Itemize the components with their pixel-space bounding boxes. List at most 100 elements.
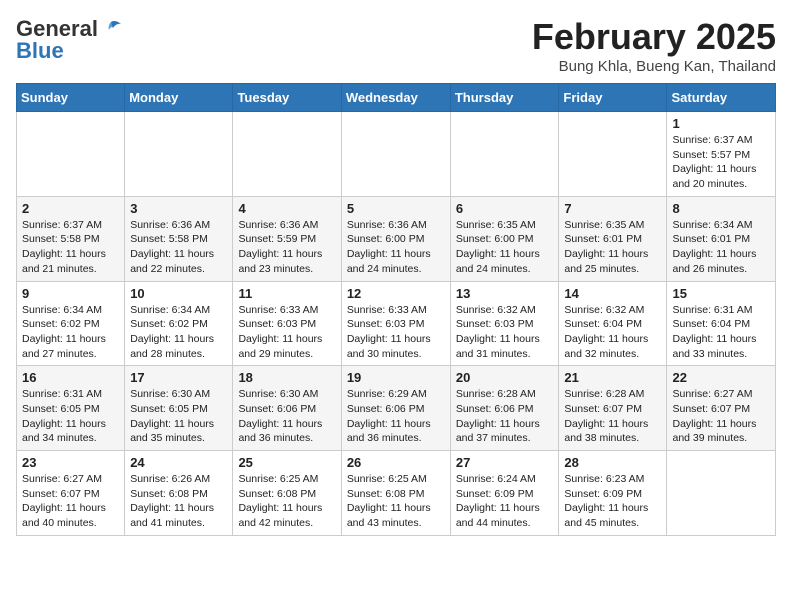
logo-blue: Blue <box>16 38 64 64</box>
day-number: 4 <box>238 201 335 216</box>
day-number: 11 <box>238 286 335 301</box>
calendar-cell: 22 Sunrise: 6:27 AMSunset: 6:07 PMDayligh… <box>667 366 776 451</box>
calendar-cell <box>667 451 776 536</box>
calendar-cell: 15 Sunrise: 6:31 AMSunset: 6:04 PMDayligh… <box>667 281 776 366</box>
day-number: 22 <box>672 370 770 385</box>
calendar-cell: 1 Sunrise: 6:37 AMSunset: 5:57 PMDaylight… <box>667 112 776 197</box>
day-info: Sunrise: 6:30 AMSunset: 6:06 PMDaylight:… <box>238 387 335 446</box>
day-number: 16 <box>22 370 119 385</box>
calendar-cell: 17 Sunrise: 6:30 AMSunset: 6:05 PMDayligh… <box>125 366 233 451</box>
title-block: February 2025 Bung Khla, Bueng Kan, Thai… <box>532 16 776 75</box>
day-info: Sunrise: 6:26 AMSunset: 6:08 PMDaylight:… <box>130 472 227 531</box>
day-info: Sunrise: 6:36 AMSunset: 5:59 PMDaylight:… <box>238 218 335 277</box>
col-header-monday: Monday <box>125 84 233 112</box>
day-number: 26 <box>347 455 445 470</box>
day-info: Sunrise: 6:24 AMSunset: 6:09 PMDaylight:… <box>456 472 554 531</box>
day-number: 15 <box>672 286 770 301</box>
calendar-week-row: 23 Sunrise: 6:27 AMSunset: 6:07 PMDayligh… <box>17 451 776 536</box>
day-info: Sunrise: 6:31 AMSunset: 6:05 PMDaylight:… <box>22 387 119 446</box>
day-number: 23 <box>22 455 119 470</box>
calendar-cell: 10Sunrise: 6:34 AMSunset: 6:02 PMDayligh… <box>125 281 233 366</box>
day-number: 2 <box>22 201 119 216</box>
calendar-cell: 24 Sunrise: 6:26 AMSunset: 6:08 PMDayligh… <box>125 451 233 536</box>
day-info: Sunrise: 6:23 AMSunset: 6:09 PMDaylight:… <box>564 472 661 531</box>
calendar-week-row: 2 Sunrise: 6:37 AMSunset: 5:58 PMDaylight… <box>17 196 776 281</box>
calendar-cell: 6 Sunrise: 6:35 AMSunset: 6:00 PMDaylight… <box>450 196 559 281</box>
calendar-table: SundayMondayTuesdayWednesdayThursdayFrid… <box>16 83 776 536</box>
calendar-cell: 27 Sunrise: 6:24 AMSunset: 6:09 PMDayligh… <box>450 451 559 536</box>
day-number: 18 <box>238 370 335 385</box>
col-header-saturday: Saturday <box>667 84 776 112</box>
calendar-cell: 3Sunrise: 6:36 AMSunset: 5:58 PMDaylight… <box>125 196 233 281</box>
day-number: 7 <box>564 201 661 216</box>
day-info: Sunrise: 6:32 AMSunset: 6:03 PMDaylight:… <box>456 303 554 362</box>
calendar-cell: 14 Sunrise: 6:32 AMSunset: 6:04 PMDayligh… <box>559 281 667 366</box>
day-info: Sunrise: 6:35 AMSunset: 6:00 PMDaylight:… <box>456 218 554 277</box>
month-title: February 2025 <box>532 16 776 58</box>
calendar-cell: 12 Sunrise: 6:33 AMSunset: 6:03 PMDayligh… <box>341 281 450 366</box>
page-header: General Blue February 2025 Bung Khla, Bu… <box>16 16 776 75</box>
day-number: 12 <box>347 286 445 301</box>
calendar-week-row: 1 Sunrise: 6:37 AMSunset: 5:57 PMDaylight… <box>17 112 776 197</box>
day-info: Sunrise: 6:30 AMSunset: 6:05 PMDaylight:… <box>130 387 227 446</box>
day-number: 25 <box>238 455 335 470</box>
day-number: 5 <box>347 201 445 216</box>
calendar-cell: 16 Sunrise: 6:31 AMSunset: 6:05 PMDayligh… <box>17 366 125 451</box>
location: Bung Khla, Bueng Kan, Thailand <box>532 58 776 75</box>
day-info: Sunrise: 6:25 AMSunset: 6:08 PMDaylight:… <box>238 472 335 531</box>
day-number: 6 <box>456 201 554 216</box>
day-number: 14 <box>564 286 661 301</box>
day-info: Sunrise: 6:37 AMSunset: 5:58 PMDaylight:… <box>22 218 119 277</box>
calendar-week-row: 16 Sunrise: 6:31 AMSunset: 6:05 PMDayligh… <box>17 366 776 451</box>
day-info: Sunrise: 6:31 AMSunset: 6:04 PMDaylight:… <box>672 303 770 362</box>
calendar-cell <box>450 112 559 197</box>
day-info: Sunrise: 6:27 AMSunset: 6:07 PMDaylight:… <box>672 387 770 446</box>
day-number: 28 <box>564 455 661 470</box>
col-header-tuesday: Tuesday <box>233 84 341 112</box>
day-info: Sunrise: 6:34 AMSunset: 6:02 PMDaylight:… <box>22 303 119 362</box>
day-info: Sunrise: 6:28 AMSunset: 6:07 PMDaylight:… <box>564 387 661 446</box>
day-info: Sunrise: 6:33 AMSunset: 6:03 PMDaylight:… <box>238 303 335 362</box>
day-number: 27 <box>456 455 554 470</box>
day-info: Sunrise: 6:34 AMSunset: 6:02 PMDaylight:… <box>130 303 227 362</box>
day-info: Sunrise: 6:37 AMSunset: 5:57 PMDaylight:… <box>672 133 770 192</box>
calendar-cell <box>233 112 341 197</box>
calendar-cell: 23 Sunrise: 6:27 AMSunset: 6:07 PMDayligh… <box>17 451 125 536</box>
day-number: 8 <box>672 201 770 216</box>
calendar-cell: 11 Sunrise: 6:33 AMSunset: 6:03 PMDayligh… <box>233 281 341 366</box>
logo: General Blue <box>16 16 122 64</box>
day-info: Sunrise: 6:25 AMSunset: 6:08 PMDaylight:… <box>347 472 445 531</box>
day-info: Sunrise: 6:27 AMSunset: 6:07 PMDaylight:… <box>22 472 119 531</box>
calendar-cell: 9 Sunrise: 6:34 AMSunset: 6:02 PMDaylight… <box>17 281 125 366</box>
calendar-cell <box>341 112 450 197</box>
calendar-cell: 19 Sunrise: 6:29 AMSunset: 6:06 PMDayligh… <box>341 366 450 451</box>
day-number: 21 <box>564 370 661 385</box>
col-header-thursday: Thursday <box>450 84 559 112</box>
day-number: 9 <box>22 286 119 301</box>
calendar-cell: 2 Sunrise: 6:37 AMSunset: 5:58 PMDaylight… <box>17 196 125 281</box>
day-number: 17 <box>130 370 227 385</box>
day-number: 1 <box>672 116 770 131</box>
day-number: 13 <box>456 286 554 301</box>
day-number: 19 <box>347 370 445 385</box>
calendar-cell: 26 Sunrise: 6:25 AMSunset: 6:08 PMDayligh… <box>341 451 450 536</box>
day-info: Sunrise: 6:36 AMSunset: 5:58 PMDaylight:… <box>130 218 227 277</box>
calendar-cell: 7Sunrise: 6:35 AMSunset: 6:01 PMDaylight… <box>559 196 667 281</box>
day-info: Sunrise: 6:32 AMSunset: 6:04 PMDaylight:… <box>564 303 661 362</box>
day-info: Sunrise: 6:28 AMSunset: 6:06 PMDaylight:… <box>456 387 554 446</box>
calendar-cell: 21 Sunrise: 6:28 AMSunset: 6:07 PMDayligh… <box>559 366 667 451</box>
calendar-cell: 18 Sunrise: 6:30 AMSunset: 6:06 PMDayligh… <box>233 366 341 451</box>
calendar-cell: 13 Sunrise: 6:32 AMSunset: 6:03 PMDayligh… <box>450 281 559 366</box>
calendar-cell: 20Sunrise: 6:28 AMSunset: 6:06 PMDayligh… <box>450 366 559 451</box>
calendar-cell: 4 Sunrise: 6:36 AMSunset: 5:59 PMDaylight… <box>233 196 341 281</box>
calendar-cell: 8Sunrise: 6:34 AMSunset: 6:01 PMDaylight… <box>667 196 776 281</box>
day-info: Sunrise: 6:33 AMSunset: 6:03 PMDaylight:… <box>347 303 445 362</box>
logo-bird-icon <box>100 20 122 38</box>
calendar-cell: 28 Sunrise: 6:23 AMSunset: 6:09 PMDayligh… <box>559 451 667 536</box>
calendar-cell <box>125 112 233 197</box>
day-number: 24 <box>130 455 227 470</box>
calendar-header-row: SundayMondayTuesdayWednesdayThursdayFrid… <box>17 84 776 112</box>
calendar-cell: 25 Sunrise: 6:25 AMSunset: 6:08 PMDayligh… <box>233 451 341 536</box>
day-info: Sunrise: 6:29 AMSunset: 6:06 PMDaylight:… <box>347 387 445 446</box>
col-header-wednesday: Wednesday <box>341 84 450 112</box>
